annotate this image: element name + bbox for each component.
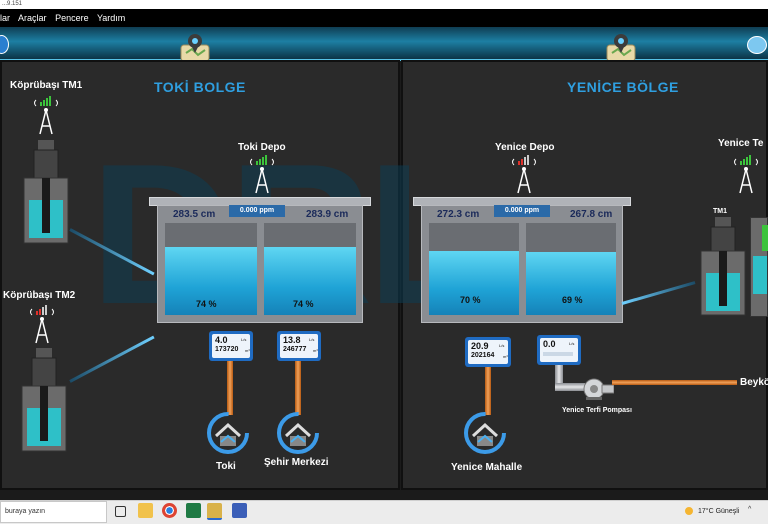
toki-right-percent: 74 %: [293, 299, 314, 309]
total-unit: m³: [245, 348, 250, 353]
menu-item-araclar[interactable]: Araçlar: [18, 13, 47, 23]
taskbar-search-input[interactable]: buraya yazın: [0, 501, 107, 523]
status-green-indicator: [762, 225, 768, 251]
flow-value: 20.9: [471, 341, 489, 351]
flow-unit: L/s: [241, 337, 247, 342]
total-unit: m³: [313, 348, 318, 353]
signal-green-icon: [32, 96, 60, 136]
pump-label: Yenice Terfi Pompası: [562, 407, 632, 414]
flow-value: 4.0: [215, 335, 228, 345]
flow-value: 13.8: [283, 335, 301, 345]
house-gauge-icon[interactable]: [462, 410, 508, 456]
flow-unit: L/s: [569, 341, 575, 346]
toki-region-title: TOKİ BOLGE: [154, 79, 246, 95]
scada-app-icon[interactable]: [207, 503, 222, 520]
pipe: [295, 361, 301, 415]
flow-meter-toki[interactable]: 4.0 L/s 173720 m³: [209, 331, 253, 361]
toki-depo-label: Toki Depo: [238, 142, 286, 153]
yenice-region-title: YENİCE BÖLGE: [567, 79, 679, 95]
station-label-tm1: Köprübaşı TM1: [10, 80, 83, 91]
destination-label-beykoy: Beykö: [740, 377, 768, 388]
toolbar-band: [0, 27, 768, 61]
pipe: [485, 367, 491, 415]
weather-sun-icon: [685, 507, 693, 515]
total-volume: 246777: [283, 346, 307, 353]
destination-label-toki: Toki: [216, 461, 236, 472]
toki-right-level: 283.9 cm: [306, 209, 349, 220]
toki-left-level: 283.5 cm: [173, 209, 216, 220]
yenice-depo-label: Yenice Depo: [495, 142, 555, 153]
destination-label-sehir-merkezi: Şehir Merkezi: [264, 457, 329, 468]
menu-item-yardim[interactable]: Yardım: [97, 13, 125, 23]
total-unit: m³: [503, 354, 508, 359]
total-volume: 202164: [471, 352, 495, 359]
station-sub-label: TM1: [713, 208, 727, 215]
pump-well-yenice-tm1: [697, 217, 749, 317]
document-app-icon[interactable]: [232, 503, 247, 518]
chrome-icon[interactable]: [162, 503, 177, 518]
pump-icon[interactable]: [580, 377, 615, 401]
pipe: [612, 380, 737, 385]
signal-red-icon: [510, 155, 538, 195]
house-gauge-icon[interactable]: [275, 410, 321, 456]
destination-label-yenice-mahalle: Yenice Mahalle: [451, 462, 523, 473]
menu-item-lar[interactable]: lar: [0, 13, 10, 23]
yenice-right-level: 267.8 cm: [570, 209, 613, 220]
toki-ppm-display: 0.000 ppm: [229, 205, 285, 217]
pump-well-tm2: [18, 348, 70, 453]
menu-bar: lar Araçlar Pencere Yardım: [0, 9, 768, 27]
total-volume: 173720: [215, 346, 239, 353]
signal-green-icon: [732, 155, 760, 195]
yenice-left-level: 272.3 cm: [437, 209, 480, 220]
file-explorer-icon[interactable]: [138, 503, 153, 518]
tray-chevron-icon[interactable]: ^: [748, 506, 756, 514]
signal-red-icon: [28, 305, 56, 345]
flow-meter-yenice-mahalle[interactable]: 20.9 L/s 202164 m³: [465, 337, 511, 367]
flow-value: 0.0: [543, 339, 556, 349]
window-title-bar: ...9.151: [0, 0, 768, 9]
station-label-tm2: Köprübaşı TM2: [3, 290, 76, 301]
task-view-icon[interactable]: [115, 506, 126, 517]
flow-meter-yenice-terfi[interactable]: 0.0 L/s: [537, 335, 581, 365]
pump-well-tm1: [20, 140, 72, 245]
signal-green-icon: [248, 155, 276, 195]
meter-progress-bar: [543, 352, 573, 356]
chat-icon[interactable]: [747, 36, 767, 54]
excel-icon[interactable]: [186, 503, 201, 518]
flow-unit: L/s: [499, 343, 505, 348]
yenice-left-water: [429, 250, 519, 315]
yenice-ppm-display: 0.000 ppm: [494, 205, 550, 217]
flow-meter-sehir-merkezi[interactable]: 13.8 L/s 246777 m³: [277, 331, 321, 361]
house-gauge-icon[interactable]: [205, 410, 251, 456]
yenice-right-percent: 69 %: [562, 295, 583, 305]
toki-left-percent: 74 %: [196, 299, 217, 309]
yenice-left-percent: 70 %: [460, 295, 481, 305]
station-label-yenice-te: Yenice Te: [718, 138, 764, 149]
window-title: ...9.151: [2, 1, 23, 7]
menu-item-pencere[interactable]: Pencere: [55, 13, 89, 23]
yenice-right-water: [526, 251, 616, 315]
weather-text[interactable]: 17°C Güneşli: [698, 508, 739, 515]
pipe: [227, 361, 233, 415]
flow-unit: L/s: [309, 337, 315, 342]
